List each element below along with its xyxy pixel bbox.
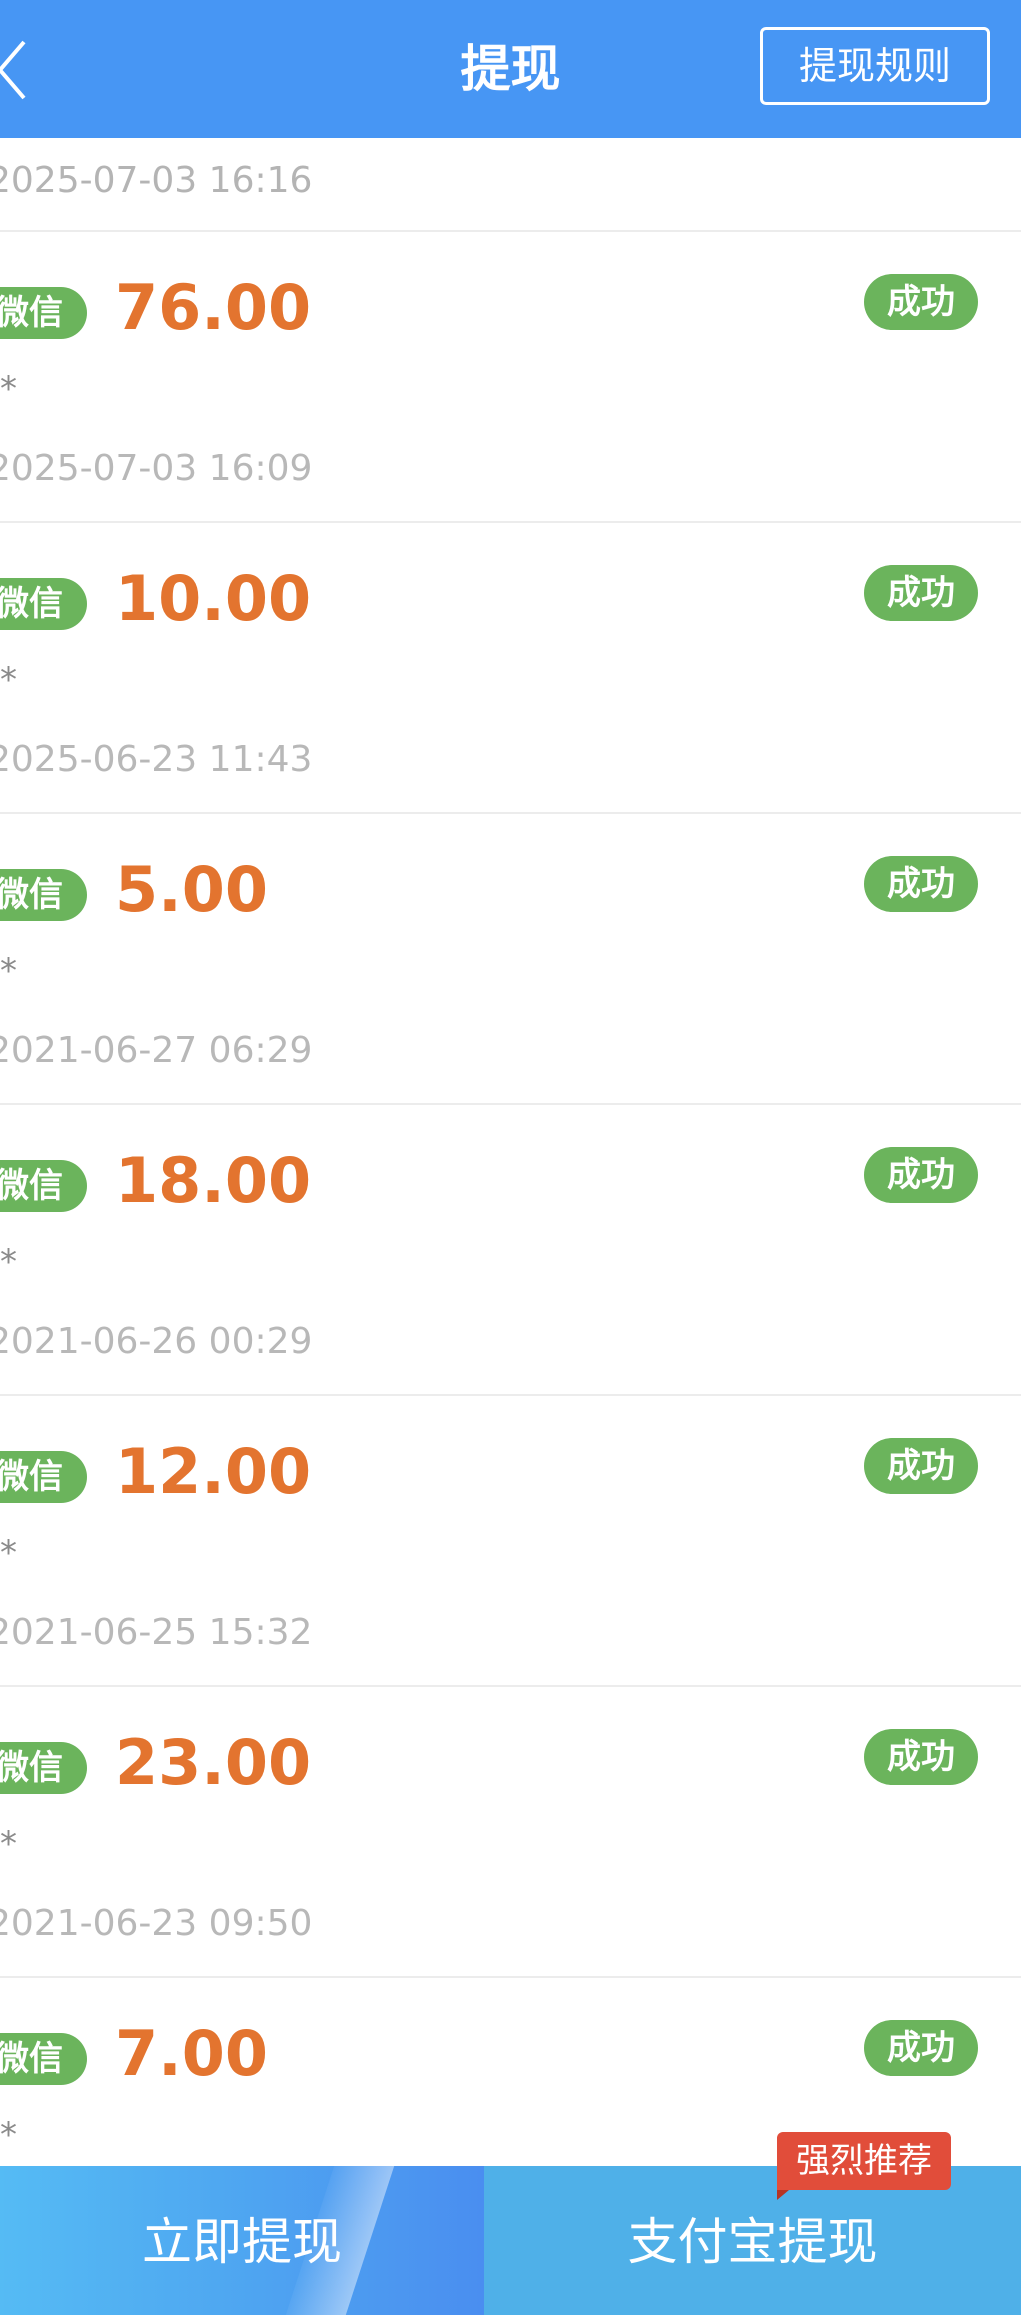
record-date: 2025-07-03 16:09 <box>0 448 313 489</box>
channel-tag: 微信 <box>0 869 87 921</box>
record-date: 2021-06-27 06:29 <box>0 1030 313 1071</box>
channel-tag: 微信 <box>0 578 87 630</box>
amount: 18.00 <box>115 1144 312 1217</box>
record-row[interactable]: 微信 18.00 成功 J* 2021-06-26 00:29 <box>0 1105 1021 1396</box>
amount: 5.00 <box>115 853 268 926</box>
account-name: J* <box>0 369 18 409</box>
account-name: J* <box>0 1533 18 1573</box>
withdraw-now-button[interactable]: 立即提现 <box>0 2166 484 2315</box>
amount: 7.00 <box>115 2017 268 2090</box>
app-header: 提现 提现规则 <box>0 0 1021 138</box>
amount: 76.00 <box>115 271 312 344</box>
amount: 23.00 <box>115 1726 312 1799</box>
record-row[interactable]: 微信 5.00 成功 J* 2021-06-27 06:29 <box>0 814 1021 1105</box>
status-badge: 成功 <box>864 1147 978 1203</box>
record-row[interactable]: 微信 23.00 成功 J* 2021-06-23 09:50 <box>0 1687 1021 1978</box>
amount: 12.00 <box>115 1435 312 1508</box>
status-badge: 成功 <box>864 2020 978 2076</box>
record-row[interactable]: 微信 12.00 成功 J* 2021-06-25 15:32 <box>0 1396 1021 1687</box>
alipay-withdraw-label: 支付宝提现 <box>627 2213 878 2271</box>
status-badge: 成功 <box>864 274 978 330</box>
record-row[interactable]: 微信 10.00 成功 J* 2025-06-23 11:43 <box>0 523 1021 814</box>
withdraw-now-label: 立即提现 <box>142 2213 342 2271</box>
channel-tag: 微信 <box>0 2033 87 2085</box>
account-name: J* <box>0 1824 18 1864</box>
back-icon[interactable] <box>0 40 28 100</box>
account-name: J* <box>0 660 18 700</box>
channel-tag: 微信 <box>0 1451 87 1503</box>
badge-tail <box>777 2190 789 2200</box>
account-name: J* <box>0 2115 18 2155</box>
channel-tag: 微信 <box>0 1160 87 1212</box>
status-badge: 成功 <box>864 856 978 912</box>
amount: 10.00 <box>115 562 312 635</box>
channel-tag: 微信 <box>0 1742 87 1794</box>
status-badge: 成功 <box>864 1729 978 1785</box>
record-date: 2025-06-23 11:43 <box>0 739 313 780</box>
record-date: 2025-07-03 16:16 <box>0 160 313 201</box>
account-name: J* <box>0 951 18 991</box>
account-name: J* <box>0 1242 18 1282</box>
record-date: 2021-06-26 00:29 <box>0 1321 313 1362</box>
recommend-badge: 强烈推荐 <box>777 2132 951 2190</box>
channel-tag: 微信 <box>0 287 87 339</box>
status-badge: 成功 <box>864 565 978 621</box>
record-row[interactable]: 微信 76.00 成功 J* 2025-07-03 16:09 <box>0 232 1021 523</box>
status-badge: 成功 <box>864 1438 978 1494</box>
record-date: 2021-06-25 15:32 <box>0 1612 313 1653</box>
withdraw-rules-button[interactable]: 提现规则 <box>760 27 990 105</box>
record-date: 2021-06-23 09:50 <box>0 1903 313 1944</box>
